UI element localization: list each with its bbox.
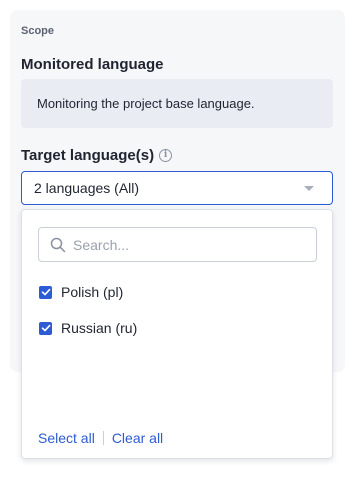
target-language-selected-value: 2 languages (All): [34, 180, 140, 196]
option-polish[interactable]: Polish (pl): [39, 284, 123, 300]
search-input[interactable]: [73, 236, 293, 253]
clear-all-link[interactable]: Clear all: [112, 430, 163, 446]
target-language-select[interactable]: 2 languages (All): [21, 171, 333, 205]
divider: [102, 431, 104, 445]
target-language-title: Target language(s): [21, 147, 155, 164]
monitored-language-title: Monitored language: [21, 56, 164, 73]
checkbox-checked-icon[interactable]: [39, 285, 52, 299]
option-label: Polish (pl): [61, 284, 124, 300]
search-icon: [50, 237, 66, 252]
dropdown-footer: Select all Clear all: [38, 430, 163, 446]
monitored-language-info: Monitoring the project base language.: [21, 79, 333, 128]
caret-down-icon: [304, 186, 314, 191]
language-dropdown: Polish (pl) Russian (ru) Select all Clea…: [21, 209, 333, 459]
target-language-header: Target language(s) i: [21, 147, 173, 164]
option-russian[interactable]: Russian (ru): [39, 320, 137, 336]
search-field[interactable]: [38, 227, 317, 262]
checkbox-checked-icon[interactable]: [39, 321, 52, 335]
info-circle-icon[interactable]: i: [159, 149, 173, 162]
select-all-link[interactable]: Select all: [38, 430, 95, 446]
scope-label: Scope: [21, 25, 55, 37]
option-label: Russian (ru): [61, 320, 138, 336]
